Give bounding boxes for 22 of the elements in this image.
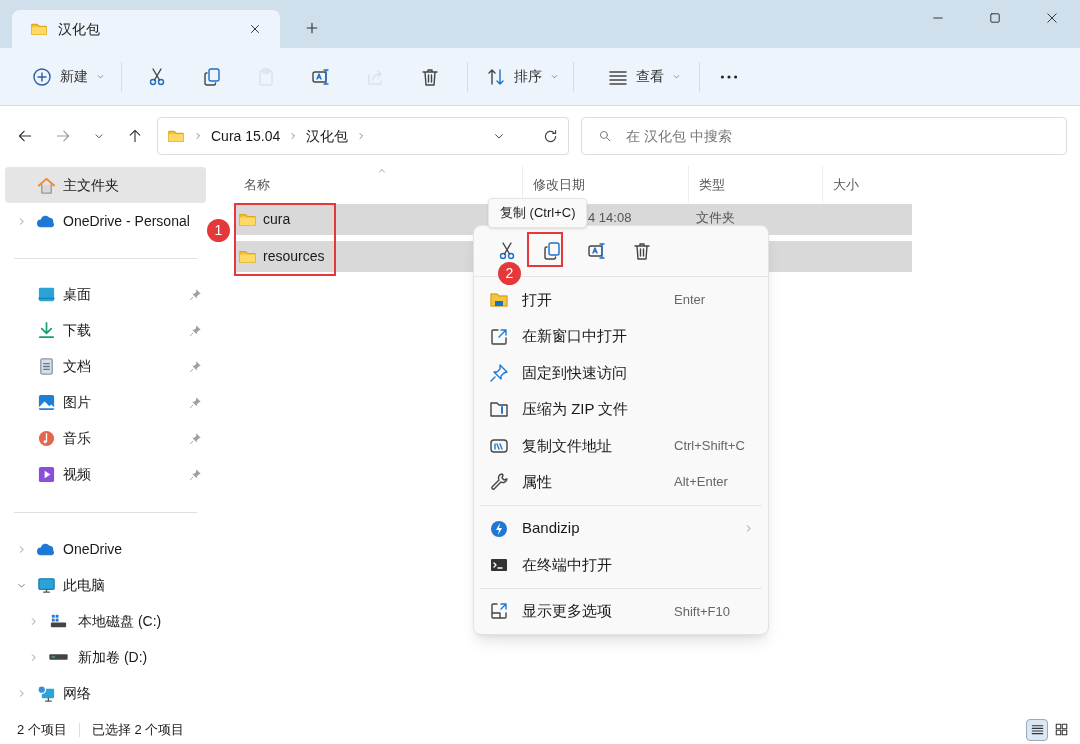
menu-item-label: 固定到快速访问 bbox=[522, 362, 628, 383]
status-text: 2 个项目 bbox=[17, 720, 67, 739]
menu-item-label: 压缩为 ZIP 文件 bbox=[522, 399, 630, 420]
menu-item-label: 在终端中打开 bbox=[522, 554, 613, 575]
table-cell: 4 14:08 bbox=[588, 210, 632, 225]
menu-item-label: 属性 bbox=[522, 471, 553, 492]
file-name: cura bbox=[263, 210, 291, 229]
menu-item-label: 显示更多选项 bbox=[522, 601, 613, 622]
tooltip: 复制 (Ctrl+C) bbox=[488, 198, 588, 228]
shortcut-text: Shift+F10 bbox=[674, 602, 731, 621]
shortcut-text: Enter bbox=[674, 291, 707, 310]
menu-item-label: 在新窗口中打开 bbox=[522, 326, 628, 347]
menu-item-label: Bandizip bbox=[522, 518, 581, 539]
menu-item-label: 打开 bbox=[522, 289, 553, 310]
tab-title: 汉化包 bbox=[58, 19, 101, 39]
status-text: 已选择 2 个项目 bbox=[91, 720, 185, 739]
file-name: resources bbox=[263, 247, 325, 266]
shortcut-text: Alt+Enter bbox=[674, 473, 729, 492]
table-cell: 文件夹 bbox=[696, 210, 735, 225]
shortcut-text: Ctrl+Shift+C bbox=[674, 437, 746, 455]
menu-item-label: 复制文件地址 bbox=[522, 435, 613, 456]
number-badge: 1 bbox=[207, 219, 230, 242]
